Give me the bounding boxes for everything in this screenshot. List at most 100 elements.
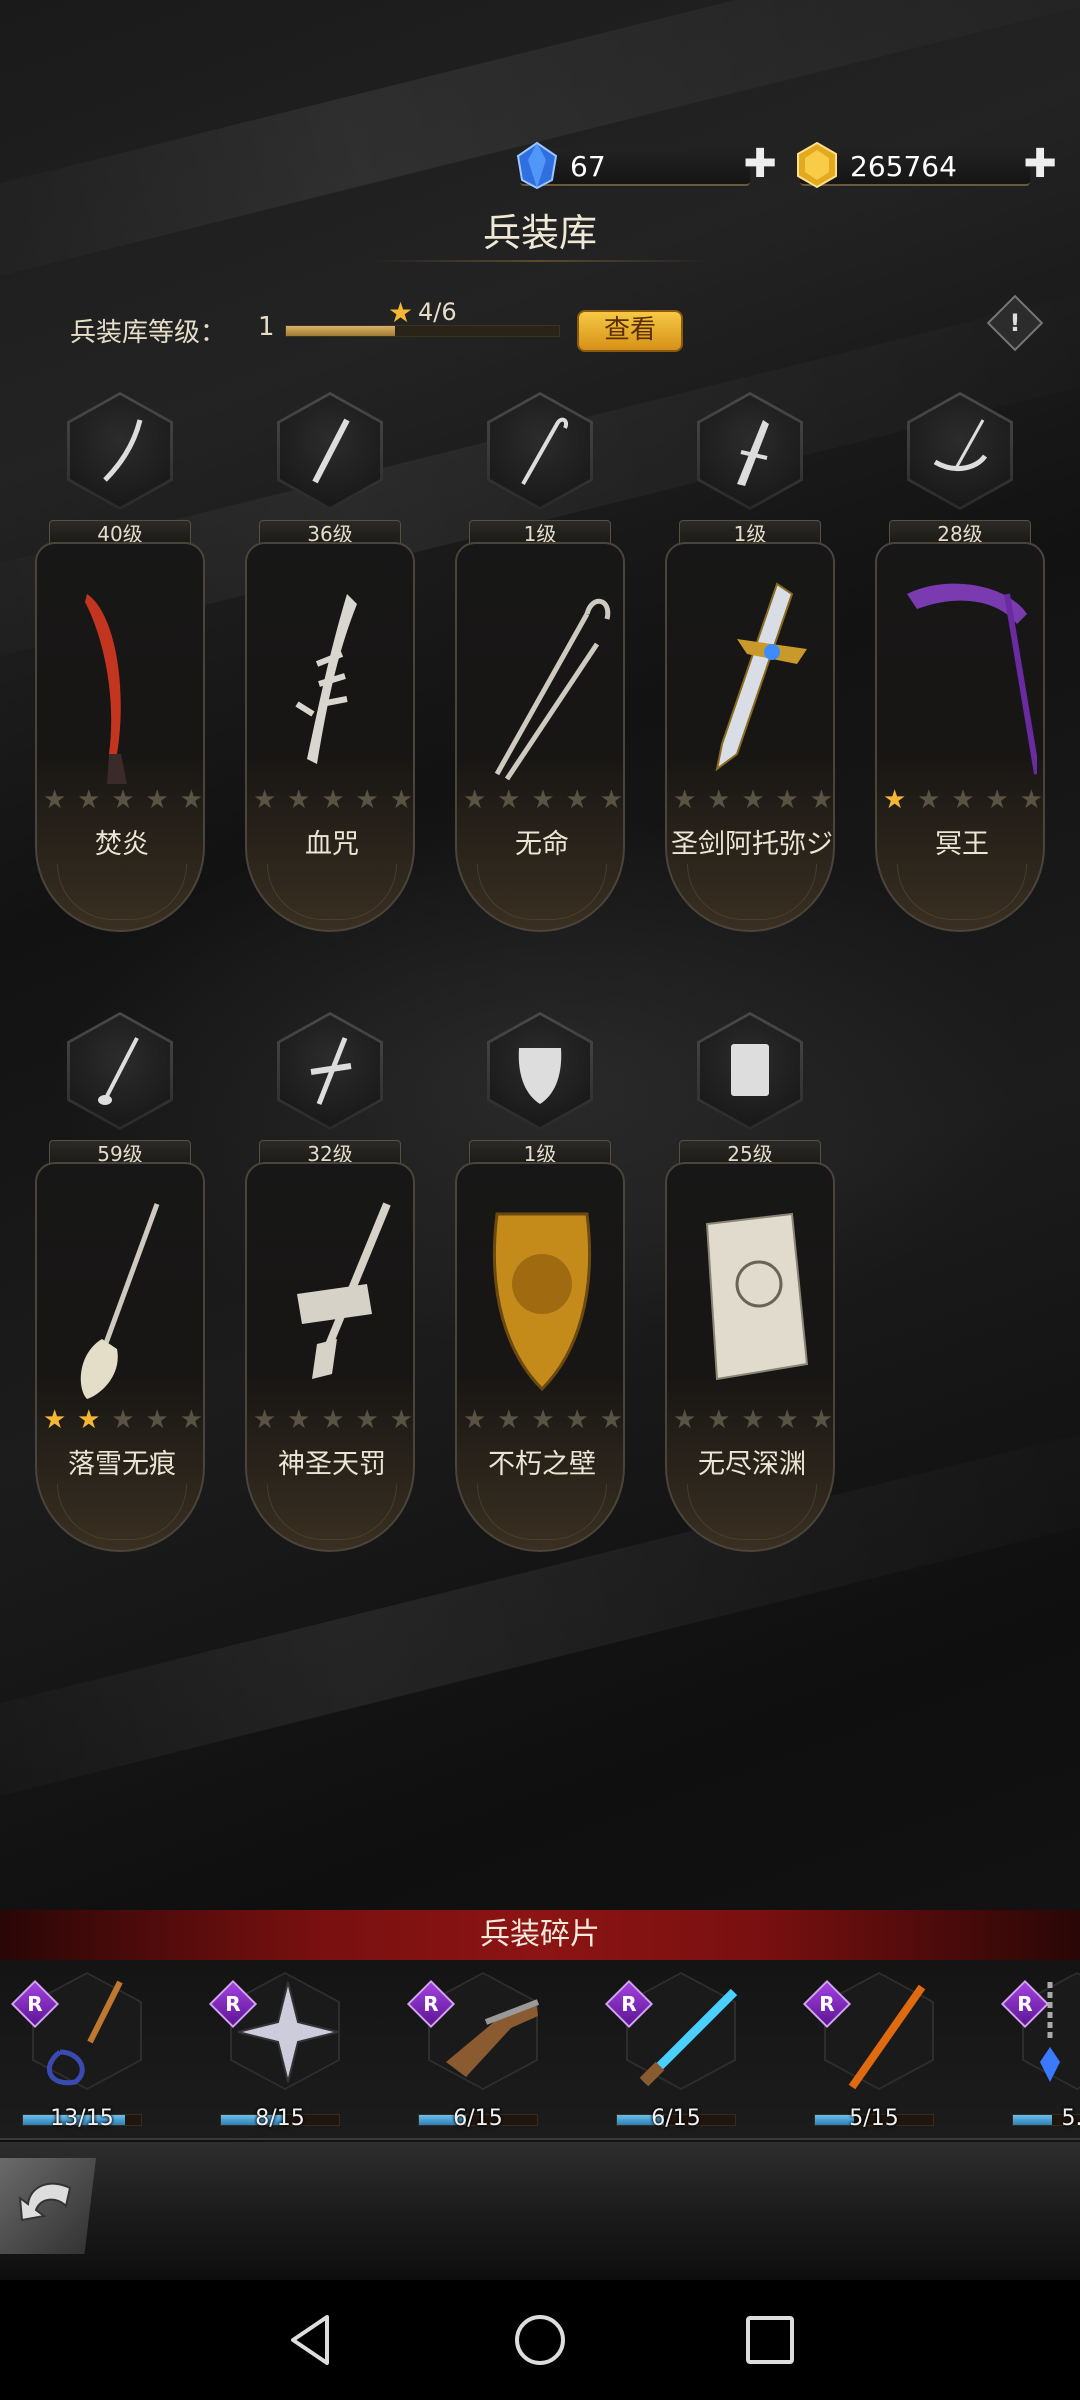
weapon-stars: ★ ★ ★ ★ ★ [463,787,623,813]
star-icon: ★ [707,1405,731,1435]
star-icon: ★ [599,785,623,815]
weapon-card[interactable]: 40级 ★ ★ ★ ★ ★ 焚炎 [35,392,205,952]
return-button[interactable] [0,2158,96,2254]
fragment-count: 6/15 [651,2106,701,2131]
weapon-frame: ★ ★ ★ ★ ★ 神圣天罚 [245,1162,415,1552]
fragment-item[interactable]: R 13/15 [0,1960,160,2138]
weapon-type-hex [487,1012,593,1130]
frame-ornament [57,864,187,920]
star-icon: ★ [809,1405,833,1435]
weapon-name: 血咒 [305,829,359,860]
add-gold-button[interactable]: ✚ [1022,144,1058,184]
holy-sword-icon [737,420,769,486]
star-icon: ★ [883,785,907,815]
weapon-stars: ★ ★ ★ ★ ★ [43,787,203,813]
star-icon: ★ [111,785,135,815]
page-title: 兵装库 [482,211,597,255]
holy-sword-icon [715,582,807,772]
weapon-card[interactable]: 36级 ★ ★ ★ ★ ★ 血咒 [245,392,415,952]
weapon-type-hex [277,392,383,510]
fragment-item[interactable]: R 6/15 [594,1960,754,2138]
frame-ornament [267,1484,397,1540]
gem-count: 67 [570,150,606,183]
fragment-item[interactable]: R 5/15 [792,1960,952,2138]
fragment-item[interactable]: R 6/15 [396,1960,556,2138]
bottom-panel [0,2142,1080,2280]
weapon-name: 焚炎 [95,829,149,860]
weapon-card[interactable]: 1级 ★ ★ ★ ★ ★ 不朽之壁 [455,1012,625,1572]
tome-icon [731,1044,769,1096]
weapon-frame: ★ ★ ★ ★ ★ 焚炎 [35,542,205,932]
weapon-type-hex [907,392,1013,510]
star-icon: ★ [673,785,697,815]
weapon-card[interactable]: 1级 ★ ★ ★ ★ ★ 圣剑阿托弥ジ [665,392,835,952]
star-icon: ★ [741,1405,765,1435]
star-icon: ★ [355,785,379,815]
cane-icon [521,417,568,485]
star-icon: ★ [497,785,521,815]
weapon-frame: ★ ★ ★ ★ ★ 无尽深渊 [665,1162,835,1552]
star-icon: ★ [565,1405,589,1435]
star-icon: ★ [775,1405,799,1435]
weapon-stars: ★ ★ ★ ★ ★ [43,1407,203,1433]
armory-level-progress-fill [286,326,396,336]
broom-spear-icon [80,1203,160,1399]
star-icon: ★ [463,785,487,815]
weapon-card[interactable]: 59级 ★ ★ ★ ★ ★ 落雪无痕 [35,1012,205,1572]
recents-square-icon[interactable] [735,2305,805,2375]
broom-spear-icon [98,1037,139,1105]
weapon-type-hex [487,392,593,510]
weapon-name: 圣剑阿托弥ジ [671,829,833,860]
scythe-icon [907,583,1037,775]
frame-ornament [897,864,1027,920]
weapon-frame: ★ ★ ★ ★ ★ 圣剑阿托弥ジ [665,542,835,932]
fragment-item[interactable]: R 8/15 [198,1960,358,2138]
weapon-card[interactable]: 32级 ★ ★ ★ ★ ★ 神圣天罚 [245,1012,415,1572]
home-circle-icon[interactable] [505,2305,575,2375]
blue-crystal-icon [516,141,558,190]
frame-ornament [477,864,607,920]
star-icon: ★ [388,296,414,329]
star-icon: ★ [253,1405,277,1435]
weapon-frame: ★ ★ ★ ★ ★ 不朽之壁 [455,1162,625,1552]
weapon-stars: ★ ★ ★ ★ ★ [883,787,1043,813]
weapon-stars: ★ ★ ★ ★ ★ [463,1407,623,1433]
weapon-type-hex [697,392,803,510]
weapon-card[interactable]: 1级 ★ ★ ★ ★ ★ 无命 [455,392,625,952]
weapon-name: 不朽之壁 [488,1449,596,1480]
fragment-item[interactable]: R 5. [990,1960,1080,2138]
weapon-stars: ★ ★ ★ ★ ★ [673,787,833,813]
weapon-card[interactable]: 28级 ★ ★ ★ ★ ★ 冥王 [875,392,1045,952]
cane-icon [494,599,611,781]
weapon-stars: ★ ★ ★ ★ ★ [673,1407,833,1433]
star-icon: ★ [253,785,277,815]
fragments-strip[interactable]: R 13/15 R 8/15 R 6/15 R 6/15 R 5/15 R 5. [0,1960,1080,2140]
star-icon: ★ [599,1405,623,1435]
view-button[interactable]: 查看 [577,310,683,352]
star-icon: ★ [43,1405,67,1435]
back-triangle-icon[interactable] [275,2305,345,2375]
armory-level-value: 1 [258,312,275,342]
fragment-count: 5. [1061,2106,1080,2131]
cross-hammer-icon [297,1202,391,1379]
star-icon: ★ [321,785,345,815]
star-icon: ★ [775,785,799,815]
weapon-type-hex [277,1012,383,1130]
star-icon: ★ [673,1405,697,1435]
weapon-stars: ★ ★ ★ ★ ★ [253,1407,413,1433]
star-icon: ★ [985,785,1009,815]
weapon-frame: ★ ★ ★ ★ ★ 无命 [455,542,625,932]
star-icon: ★ [917,785,941,815]
gold-count: 265764 [850,150,957,183]
star-icon: ★ [355,1405,379,1435]
serrated-blade-icon [312,418,350,484]
star-icon: ★ [531,1405,555,1435]
gem-counter: 67 ✚ [516,140,782,192]
gold-counter: 265764 ✚ [797,140,1062,192]
add-gems-button[interactable]: ✚ [742,144,778,184]
weapon-card[interactable]: 25级 ★ ★ ★ ★ ★ 无尽深渊 [665,1012,835,1572]
star-icon: ★ [707,785,731,815]
curved-dagger-icon [103,419,143,482]
cross-hammer-icon [310,1037,352,1105]
armory-level-label: 兵装库等级： [70,318,227,348]
